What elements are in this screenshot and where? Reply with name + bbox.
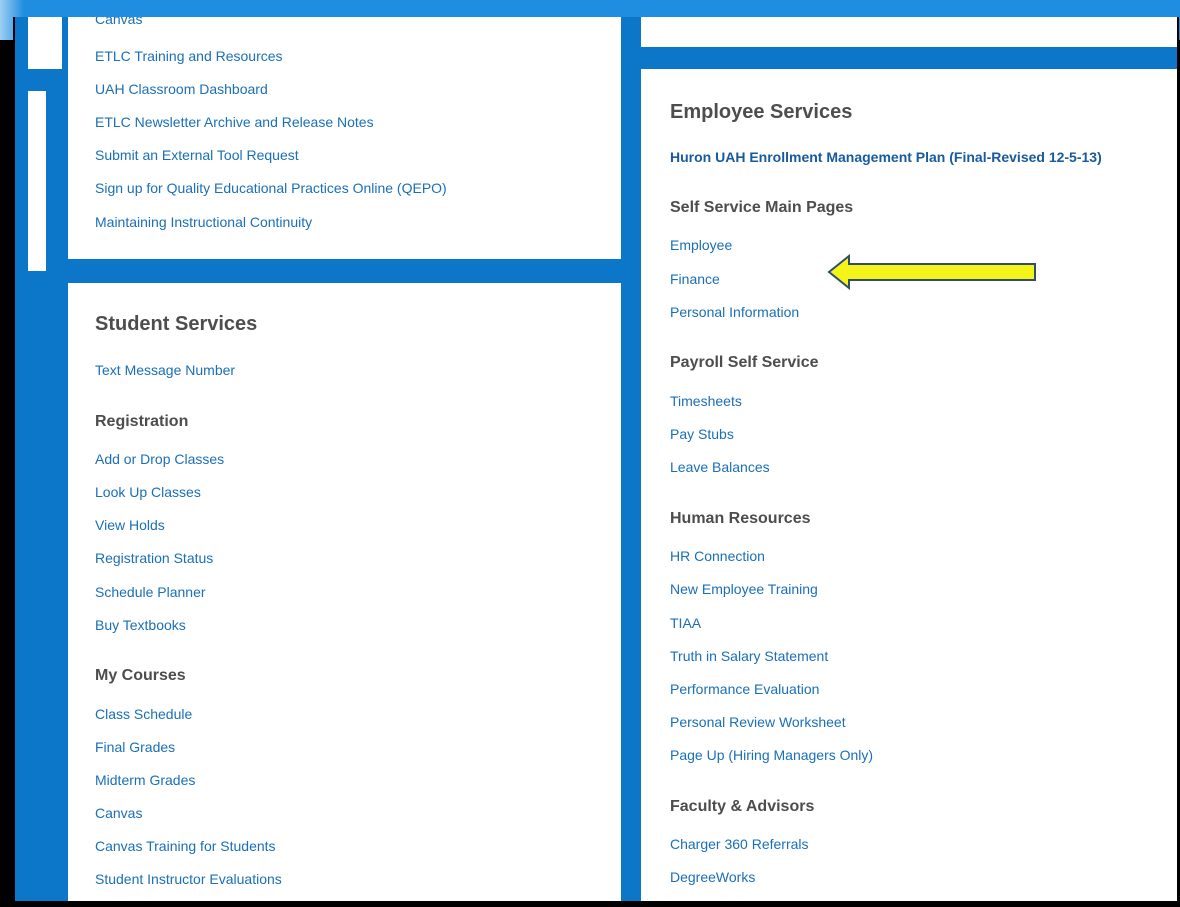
- faculty-resources-panel: Canvas ETLC Training and Resources UAH C…: [68, 17, 621, 259]
- student-services-title: Student Services: [95, 313, 258, 335]
- left-edge-panel-lower: [28, 91, 46, 271]
- canvas-link[interactable]: Canvas: [95, 17, 142, 27]
- personal-information-link[interactable]: Personal Information: [670, 304, 799, 320]
- instructional-continuity-link[interactable]: Maintaining Instructional Continuity: [95, 214, 312, 230]
- employee-link[interactable]: Employee: [670, 237, 732, 253]
- employee-services-panel: Employee Services Huron UAH Enrollment M…: [641, 69, 1177, 901]
- left-edge-panel: [28, 17, 62, 69]
- hr-connection-link[interactable]: HR Connection: [670, 548, 765, 564]
- finance-link[interactable]: Finance: [670, 271, 720, 287]
- faculty-advisors-heading: Faculty & Advisors: [670, 798, 815, 815]
- top-right-panel: [641, 17, 1177, 47]
- text-message-number-link[interactable]: Text Message Number: [95, 362, 235, 378]
- employee-services-title: Employee Services: [670, 101, 853, 123]
- pay-stubs-link[interactable]: Pay Stubs: [670, 426, 734, 442]
- human-resources-heading: Human Resources: [670, 510, 811, 527]
- class-schedule-link[interactable]: Class Schedule: [95, 706, 192, 722]
- payroll-heading: Payroll Self Service: [670, 354, 819, 371]
- canvas-training-students-link[interactable]: Canvas Training for Students: [95, 838, 276, 854]
- registration-status-link[interactable]: Registration Status: [95, 550, 213, 566]
- schedule-planner-link[interactable]: Schedule Planner: [95, 584, 206, 600]
- charger-360-link[interactable]: Charger 360 Referrals: [670, 836, 809, 852]
- tiaa-link[interactable]: TIAA: [670, 615, 701, 631]
- new-employee-training-link[interactable]: New Employee Training: [670, 581, 818, 597]
- look-up-classes-link[interactable]: Look Up Classes: [95, 484, 201, 500]
- canvas-student-link[interactable]: Canvas: [95, 805, 142, 821]
- registration-heading: Registration: [95, 413, 189, 430]
- performance-evaluation-link[interactable]: Performance Evaluation: [670, 681, 819, 697]
- my-courses-heading: My Courses: [95, 667, 186, 684]
- self-service-heading: Self Service Main Pages: [670, 199, 854, 216]
- enrollment-plan-link[interactable]: Huron UAH Enrollment Management Plan (Fi…: [670, 149, 1102, 165]
- left-arrow-icon: [827, 254, 1036, 290]
- etlc-newsletter-link[interactable]: ETLC Newsletter Archive and Release Note…: [95, 114, 374, 130]
- final-grades-link[interactable]: Final Grades: [95, 739, 175, 755]
- qepo-signup-link[interactable]: Sign up for Quality Educational Practice…: [95, 180, 447, 196]
- add-drop-classes-link[interactable]: Add or Drop Classes: [95, 451, 224, 467]
- view-holds-link[interactable]: View Holds: [95, 517, 165, 533]
- external-tool-request-link[interactable]: Submit an External Tool Request: [95, 147, 299, 163]
- instructor-evaluations-link[interactable]: Student Instructor Evaluations: [95, 871, 282, 887]
- screenshot-frame: Canvas ETLC Training and Resources UAH C…: [0, 0, 1180, 907]
- personal-review-worksheet-link[interactable]: Personal Review Worksheet: [670, 714, 846, 730]
- student-services-panel: Student Services Text Message Number Reg…: [68, 283, 621, 901]
- truth-in-salary-link[interactable]: Truth in Salary Statement: [670, 648, 828, 664]
- buy-textbooks-link[interactable]: Buy Textbooks: [95, 617, 186, 633]
- etlc-training-link[interactable]: ETLC Training and Resources: [95, 48, 283, 64]
- leave-balances-link[interactable]: Leave Balances: [670, 459, 770, 475]
- page-up-link[interactable]: Page Up (Hiring Managers Only): [670, 747, 873, 763]
- portal-content: Canvas ETLC Training and Resources UAH C…: [13, 17, 1179, 904]
- midterm-grades-link[interactable]: Midterm Grades: [95, 772, 195, 788]
- degreeworks-link[interactable]: DegreeWorks: [670, 869, 755, 885]
- classroom-dashboard-link[interactable]: UAH Classroom Dashboard: [95, 81, 268, 97]
- timesheets-link[interactable]: Timesheets: [670, 393, 742, 409]
